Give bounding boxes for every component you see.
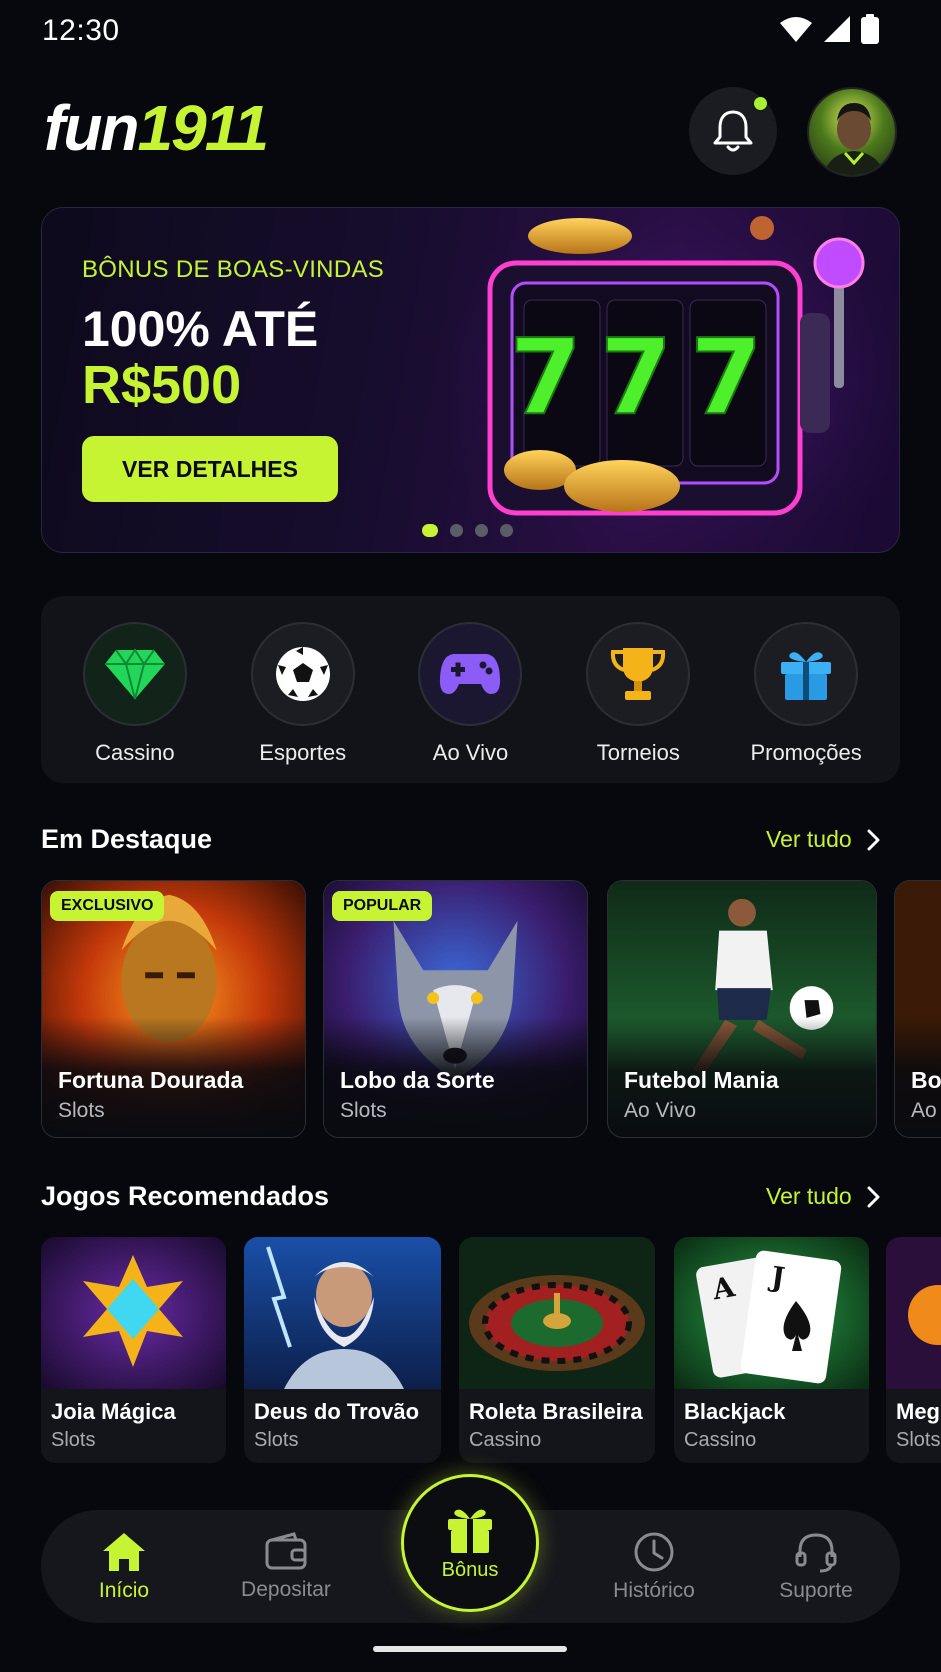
slot-machine-illustration: 777 bbox=[452, 208, 899, 552]
featured-card[interactable]: POPULAR Lobo da Sorte Slots bbox=[323, 880, 588, 1138]
game-category: Slots bbox=[51, 1429, 96, 1451]
carousel-indicators bbox=[422, 524, 513, 537]
signal-icon bbox=[824, 16, 850, 42]
recommended-section-title: Jogos Recomendados bbox=[41, 1181, 330, 1211]
logo-text-1911: 1911 bbox=[137, 92, 270, 164]
category-label: Promoções bbox=[750, 740, 862, 765]
clock-icon bbox=[634, 1532, 674, 1571]
nav-deposit[interactable]: Depositar bbox=[216, 1510, 356, 1623]
notification-dot bbox=[754, 97, 767, 110]
see-all-label: Ver tudo bbox=[766, 826, 852, 852]
game-art-thunder-god bbox=[244, 1237, 441, 1389]
nav-label: Depositar bbox=[241, 1577, 331, 1601]
recommended-card[interactable]: Joia Mágica Slots bbox=[41, 1237, 226, 1463]
popular-badge: POPULAR bbox=[332, 891, 433, 921]
category-label: Esportes bbox=[259, 740, 347, 765]
featured-card[interactable]: Futebol Mania Ao Vivo bbox=[607, 880, 877, 1138]
home-indicator[interactable] bbox=[373, 1646, 567, 1652]
game-title: Meg bbox=[896, 1399, 940, 1424]
trophy-icon bbox=[611, 648, 666, 700]
featured-card[interactable]: EXCLUSIVO Fortuna Dourada Slots bbox=[41, 880, 306, 1138]
game-category: Slots bbox=[340, 1099, 387, 1122]
game-category: Ao Vivo bbox=[624, 1099, 696, 1122]
game-title: Deus do Trovão bbox=[254, 1399, 420, 1424]
see-all-label: Ver tudo bbox=[766, 1183, 852, 1209]
game-title: Fortuna Dourada bbox=[58, 1067, 244, 1093]
nav-bonus-button[interactable]: Bônus bbox=[401, 1474, 539, 1612]
game-art-blackjack-cards: A J bbox=[674, 1237, 869, 1389]
game-title: Roleta Brasileira bbox=[469, 1399, 643, 1424]
nav-home[interactable]: Início bbox=[54, 1510, 194, 1623]
wallet-icon bbox=[265, 1531, 307, 1569]
game-category: Slots bbox=[896, 1429, 941, 1451]
game-title: Lobo da Sorte bbox=[340, 1067, 495, 1093]
category-promotions[interactable]: Promoções bbox=[731, 596, 881, 783]
avatar-image bbox=[823, 103, 885, 175]
nav-support[interactable]: Suporte bbox=[746, 1510, 886, 1623]
game-category: Cassino bbox=[684, 1429, 757, 1451]
carousel-dot[interactable] bbox=[422, 524, 438, 537]
promo-banner[interactable]: 777 BÔNUS DE BOAS-VINDAS 100% ATÉ R$500 … bbox=[41, 207, 900, 553]
recommended-card[interactable]: Deus do Trovão Slots bbox=[244, 1237, 441, 1463]
status-time: 12:30 bbox=[42, 14, 120, 47]
nav-label: Suporte bbox=[779, 1578, 853, 1602]
nav-label: Início bbox=[98, 1578, 150, 1602]
bell-icon bbox=[713, 110, 753, 152]
carousel-dot[interactable] bbox=[475, 524, 488, 537]
nav-label: Bônus bbox=[441, 1558, 499, 1581]
game-category: Ao bbox=[911, 1099, 937, 1122]
status-icons bbox=[779, 14, 879, 44]
chevron-right-icon bbox=[867, 829, 880, 850]
gift-icon bbox=[781, 652, 832, 700]
logo-text-fun: fun bbox=[44, 92, 139, 164]
game-art-gem bbox=[41, 1237, 226, 1389]
category-casino[interactable]: Cassino bbox=[60, 596, 210, 783]
recommended-card[interactable]: A J Blackjack Cassino bbox=[674, 1237, 869, 1463]
notifications-button[interactable] bbox=[689, 87, 777, 175]
exclusive-badge: EXCLUSIVO bbox=[50, 891, 165, 921]
game-category: Cassino bbox=[469, 1429, 542, 1451]
carousel-dot[interactable] bbox=[500, 524, 513, 537]
banner-title-line1: 100% ATÉ bbox=[82, 301, 319, 357]
home-icon bbox=[103, 1532, 145, 1571]
game-category: Slots bbox=[58, 1099, 105, 1122]
category-live[interactable]: Ao Vivo bbox=[395, 596, 545, 783]
game-category: Slots bbox=[254, 1429, 299, 1451]
recommended-card-partial[interactable]: Meg Slots bbox=[886, 1237, 941, 1463]
soccer-ball-icon bbox=[275, 647, 330, 701]
nav-history[interactable]: Histórico bbox=[584, 1510, 724, 1623]
app-logo[interactable]: fun1911 bbox=[44, 96, 269, 160]
profile-avatar[interactable] bbox=[807, 87, 897, 177]
category-tournaments[interactable]: Torneios bbox=[563, 596, 713, 783]
diamond-icon bbox=[104, 648, 165, 700]
featured-see-all-link[interactable]: Ver tudo bbox=[766, 826, 880, 853]
recommended-see-all-link[interactable]: Ver tudo bbox=[766, 1183, 880, 1210]
carousel-dot[interactable] bbox=[450, 524, 463, 537]
gift-icon bbox=[448, 1509, 492, 1553]
recommended-card[interactable]: Roleta Brasileira Cassino bbox=[459, 1237, 655, 1463]
category-bar: Cassino Esportes Ao Vivo Torneios Promoç… bbox=[41, 596, 900, 783]
category-label: Ao Vivo bbox=[432, 740, 509, 765]
chevron-right-icon bbox=[867, 1186, 880, 1207]
game-title: Blackjack bbox=[684, 1399, 786, 1424]
headset-icon bbox=[795, 1532, 837, 1572]
game-title: Futebol Mania bbox=[624, 1067, 779, 1093]
game-title: Joia Mágica bbox=[51, 1399, 176, 1424]
featured-card-partial[interactable]: Bo Ao bbox=[894, 880, 941, 1138]
category-sports[interactable]: Esportes bbox=[228, 596, 378, 783]
banner-subtitle: BÔNUS DE BOAS-VINDAS bbox=[82, 256, 385, 283]
category-label: Cassino bbox=[95, 740, 175, 765]
reel-digit: 777 bbox=[509, 316, 780, 438]
game-title: Bo bbox=[911, 1067, 941, 1093]
nav-label: Histórico bbox=[613, 1578, 695, 1602]
game-art-roulette bbox=[459, 1237, 655, 1389]
category-label: Torneios bbox=[596, 740, 680, 765]
featured-section-title: Em Destaque bbox=[41, 824, 213, 854]
view-details-button[interactable]: VER DETALHES bbox=[82, 436, 338, 502]
gamepad-icon bbox=[440, 654, 501, 694]
wifi-icon bbox=[780, 17, 812, 42]
battery-icon bbox=[861, 14, 879, 44]
banner-title-line2: R$500 bbox=[82, 355, 242, 415]
